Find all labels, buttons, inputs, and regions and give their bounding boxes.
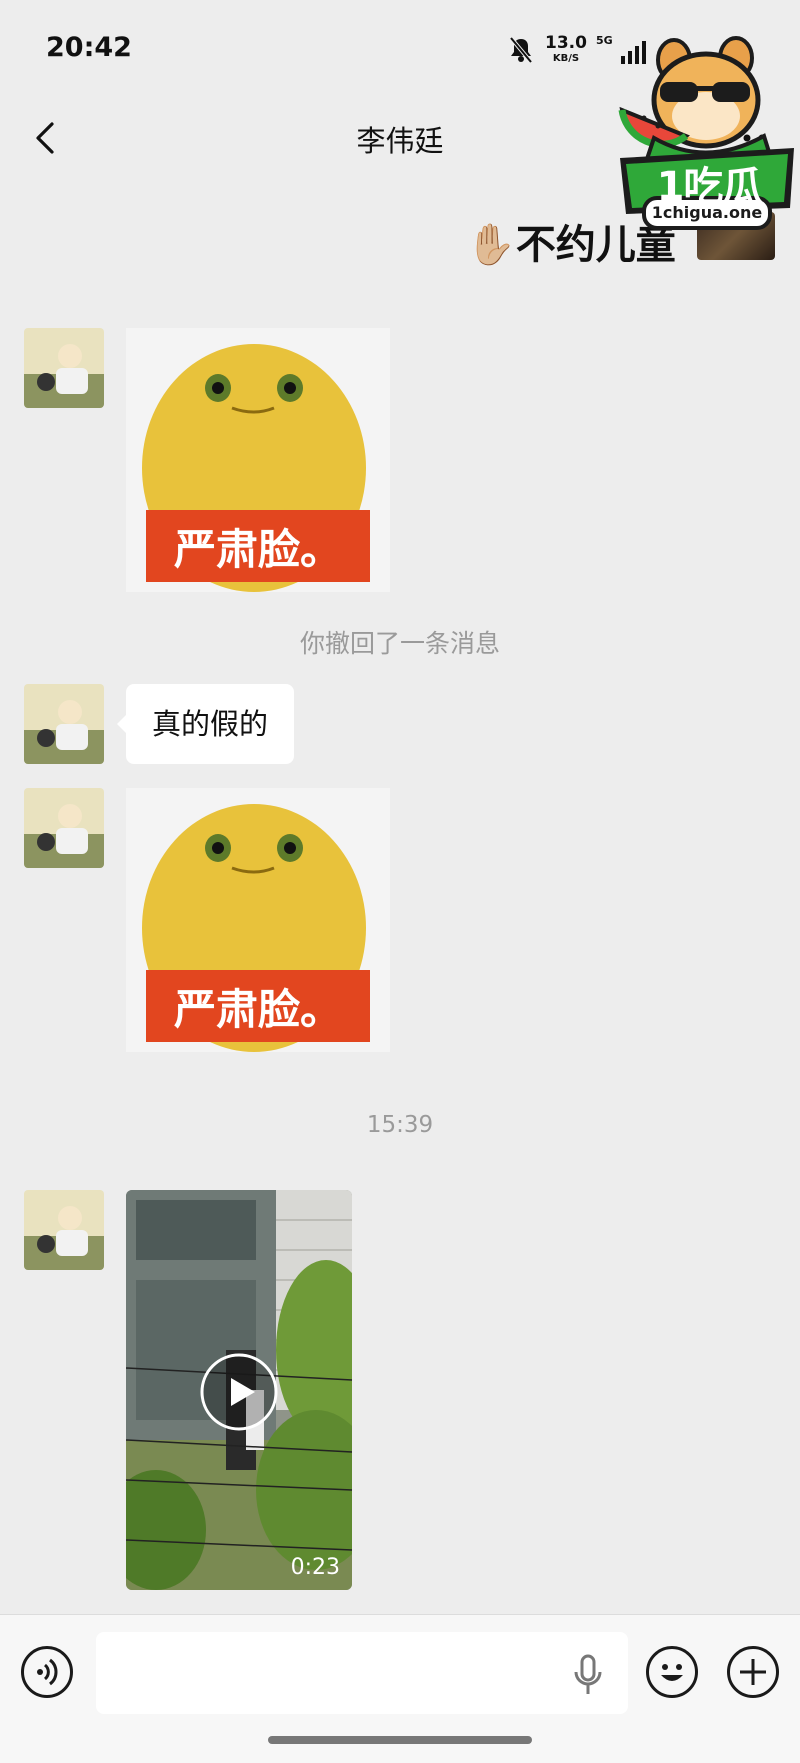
raised-hand-emoji: ✋🏼 [466,222,516,268]
play-icon[interactable] [199,1352,279,1432]
sticker-caption: 严肃脸。 [173,985,342,1034]
bell-muted-icon [509,36,533,64]
sticker-caption: 严肃脸。 [173,525,342,574]
recall-notice: 你撤回了一条消息 [299,629,500,658]
emoji-icon [661,1664,683,1681]
sticker-message[interactable]: 严肃脸。 [126,328,390,592]
network-speed: 13.0 KB/S [545,33,587,65]
video-message[interactable]: 0:23 [126,1190,352,1590]
plus-button[interactable] [727,1646,779,1698]
back-button[interactable] [26,118,66,158]
sticker-message[interactable]: 严肃脸。 [126,788,390,1052]
contact-avatar[interactable] [24,1190,104,1270]
contact-avatar[interactable] [24,684,104,764]
contact-avatar[interactable] [24,788,104,868]
voice-button[interactable] [21,1646,73,1698]
text-message: 真的假的 [152,707,269,741]
emoji-button[interactable] [646,1646,698,1698]
message-input[interactable] [96,1632,628,1714]
watermark-url: 1chigua.one [651,203,763,222]
home-indicator[interactable] [268,1736,532,1744]
voice-icon [37,1658,58,1686]
mic-icon[interactable] [572,1652,604,1698]
status-time: 20:42 [46,32,132,63]
video-duration: 0:23 [290,1555,340,1580]
plus-icon [740,1659,766,1685]
contact-avatar[interactable] [24,328,104,408]
message-timestamp: 15:39 [366,1112,434,1138]
watermark-logo: 1吃瓜 1chigua.one [614,18,800,234]
text-message-bubble[interactable]: 真的假的 [116,684,295,764]
network-type: 5G [596,34,613,47]
